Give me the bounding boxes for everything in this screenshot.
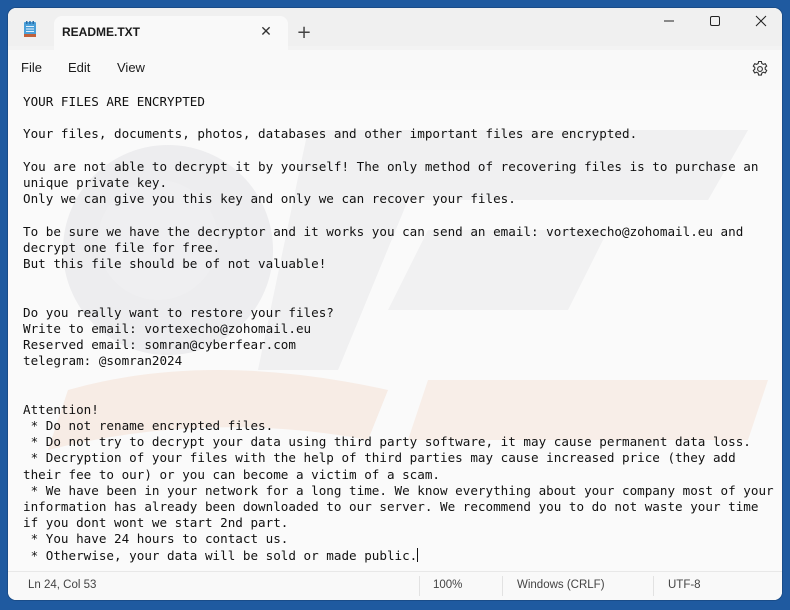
menu-view[interactable]: View [117, 60, 145, 75]
text-line: * Decryption of your files with the help… [23, 450, 736, 466]
settings-gear-icon[interactable] [750, 59, 770, 79]
text-line [23, 207, 776, 223]
tab-title: README.TXT [62, 25, 140, 39]
text-line: their fee to our) or you can become a vi… [23, 466, 441, 482]
text-line: * Do not try to decrypt your data using … [23, 434, 751, 450]
text-line: Reserved email: somran@cyberfear.com [23, 336, 296, 352]
notepad-app-icon [24, 21, 36, 37]
text-line [23, 272, 776, 288]
text-line: But this file should be of not valuable! [23, 255, 327, 271]
text-line: YOUR FILES ARE ENCRYPTED [23, 94, 205, 109]
close-icon [755, 15, 767, 27]
text-line: Attention! [23, 401, 99, 417]
text-line: * Do not rename encrypted files. [23, 417, 274, 433]
encoding[interactable]: UTF-8 [668, 579, 701, 591]
status-divider [653, 576, 654, 596]
menu-bar: File Edit View [8, 50, 782, 91]
line-ending[interactable]: Windows (CRLF) [517, 579, 605, 591]
text-line [23, 110, 776, 126]
notepad-window: README.TXT ✕ + File Edit View YOUR FILES… [8, 8, 782, 600]
text-line [23, 386, 776, 402]
title-bar[interactable]: README.TXT ✕ + [8, 8, 782, 50]
menu-file[interactable]: File [21, 60, 42, 75]
tab-readme[interactable]: README.TXT ✕ [54, 16, 288, 50]
maximize-icon [710, 16, 720, 26]
cursor-position: Ln 24, Col 53 [28, 579, 97, 591]
text-caret [417, 547, 419, 562]
maximize-button[interactable] [692, 8, 738, 36]
close-tab-icon[interactable]: ✕ [256, 22, 276, 42]
status-divider [502, 576, 503, 596]
text-line: * You have 24 hours to contact us. [23, 531, 289, 547]
text-line: * We have been in your network for a lon… [23, 482, 774, 498]
text-line: Only we can give you this key and only w… [23, 191, 516, 207]
text-line: telegram: @somran2024 [23, 353, 183, 369]
text-line: To be sure we have the decryptor and it … [23, 223, 744, 239]
text-line: Do you really want to restore your files… [23, 304, 334, 320]
text-line: unique private key. [23, 174, 168, 190]
text-editor[interactable]: YOUR FILES ARE ENCRYPTED Your files, docu… [8, 90, 782, 572]
text-line: decrypt one file for free. [23, 239, 221, 255]
menu-edit[interactable]: Edit [68, 60, 90, 75]
status-bar: Ln 24, Col 53 100% Windows (CRLF) UTF-8 [8, 571, 782, 600]
text-line [23, 369, 776, 385]
text-line: information has already been downloaded … [23, 498, 759, 514]
text-line: Your files, documents, photos, databases… [23, 126, 638, 142]
new-tab-button[interactable]: + [292, 22, 316, 46]
text-line: Write to email: vortexecho@zohomail.eu [23, 320, 312, 336]
close-window-button[interactable] [738, 8, 782, 36]
minimize-button[interactable] [646, 8, 692, 36]
minimize-icon [664, 20, 674, 22]
text-line: You are not able to decrypt it by yourse… [23, 158, 759, 174]
text-line [23, 143, 776, 159]
zoom-level[interactable]: 100% [433, 579, 462, 591]
document-content[interactable]: YOUR FILES ARE ENCRYPTED Your files, docu… [23, 94, 776, 564]
text-line: if you dont wont we start 2nd part. [23, 515, 289, 531]
text-line [23, 288, 776, 304]
status-divider [419, 576, 420, 596]
text-line: * Otherwise, your data will be sold or m… [23, 547, 419, 563]
